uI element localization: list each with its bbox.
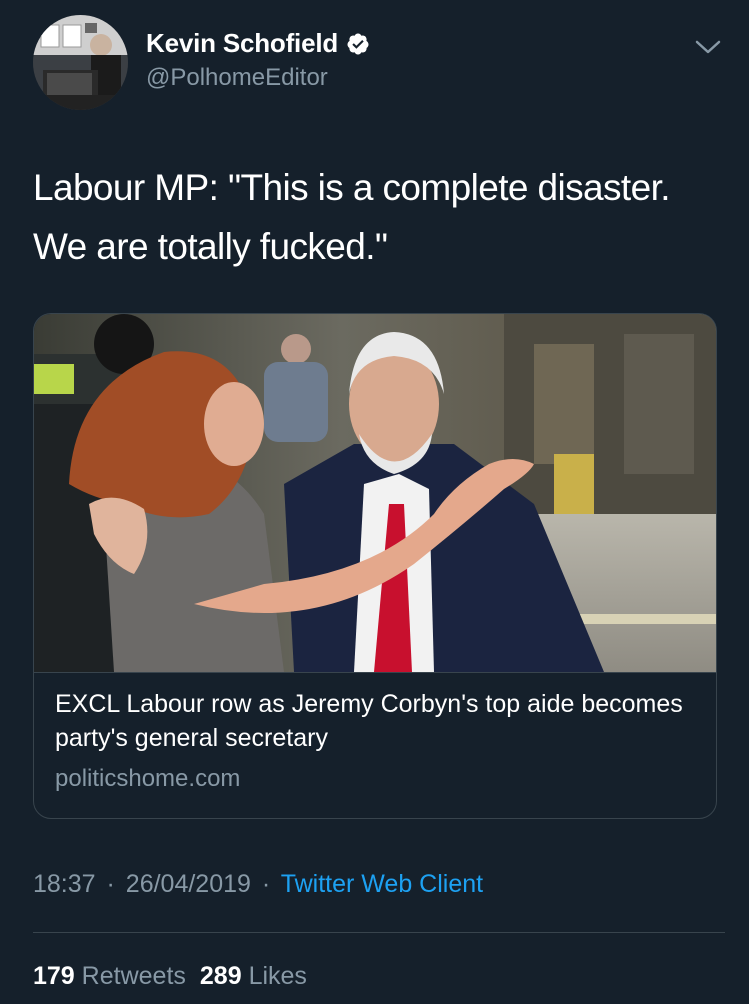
likes-count: 289 [199,962,242,990]
likes-label: Likes [248,962,307,990]
tweet-stats: 179 Retweets 289 Likes [33,962,307,991]
meta-separator: · [106,870,115,898]
author-name-row[interactable]: Kevin Schofield [146,28,370,59]
link-card[interactable]: EXCL Labour row as Jeremy Corbyn's top a… [33,313,717,819]
retweets-count: 179 [33,962,75,990]
retweets-label: Retweets [81,962,186,990]
author-display-name[interactable]: Kevin Schofield [146,28,338,59]
card-image[interactable] [34,314,716,672]
card-domain[interactable]: politicshome.com [55,765,240,793]
tweet-date[interactable]: 26/04/2019 [126,870,251,898]
meta-separator: · [261,870,271,898]
avatar-photo [33,15,128,110]
tweet-time[interactable]: 18:37 [33,870,96,898]
tweet-client-link[interactable]: Twitter Web Client [281,870,483,898]
tweet-text: Labour MP: "This is a complete disaster.… [33,167,671,267]
author-handle[interactable]: @PolhomeEditor [146,64,328,92]
likes-stat[interactable]: 289 Likes [200,962,307,990]
tweet: Kevin Schofield @PolhomeEditor Labour MP… [0,0,749,1004]
card-photo [34,314,716,672]
verified-badge-icon [347,33,369,54]
chevron-down-icon[interactable] [694,36,722,58]
card-title[interactable]: EXCL Labour row as Jeremy Corbyn's top a… [55,687,695,755]
retweets-stat[interactable]: 179 Retweets [33,962,186,990]
avatar[interactable] [33,15,128,110]
card-divider [34,672,716,673]
tweet-meta: 18:37 · 26/04/2019 · Twitter Web Client [33,870,483,899]
stats-divider [33,932,725,933]
